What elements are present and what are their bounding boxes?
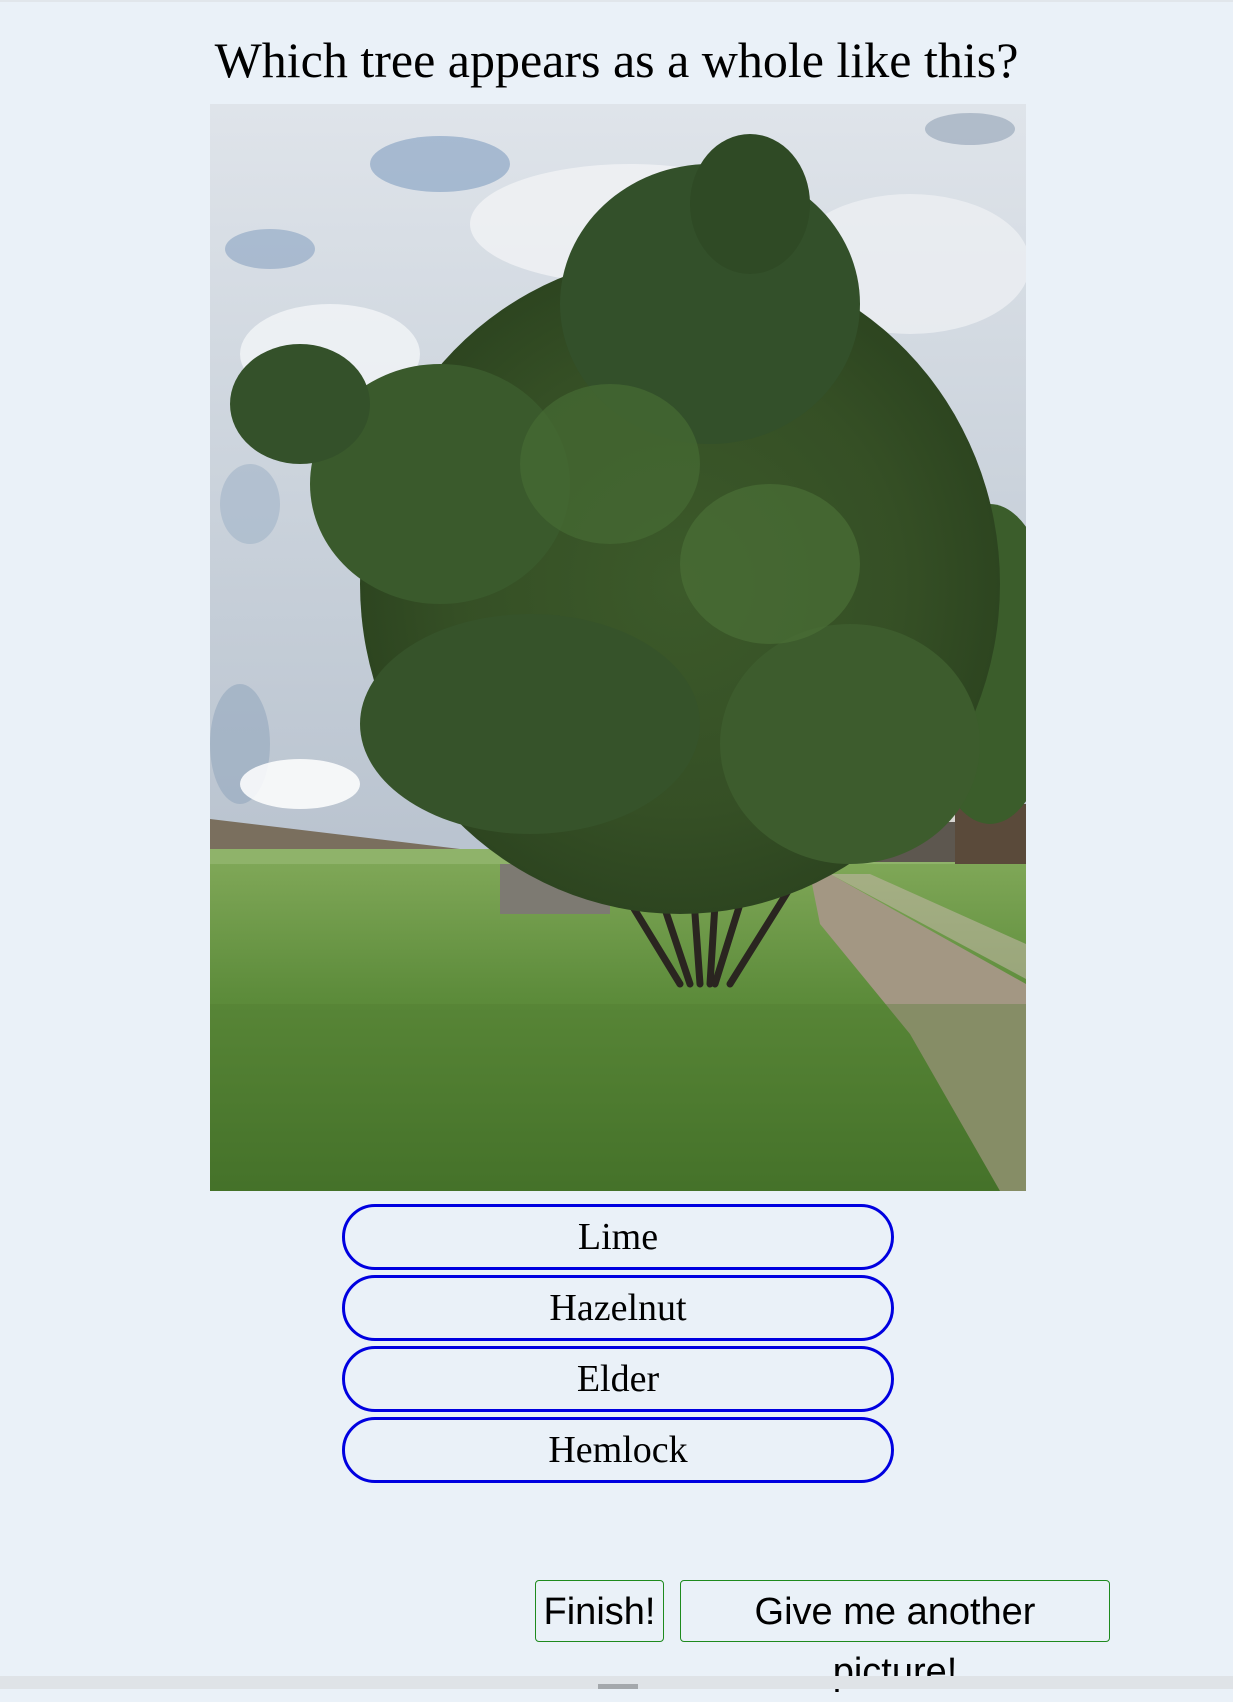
scrollbar-thumb[interactable]: [598, 1684, 638, 1689]
answer-option-hazelnut[interactable]: Hazelnut: [342, 1275, 894, 1341]
answer-options: Lime Hazelnut Elder Hemlock: [342, 1204, 894, 1488]
finish-button[interactable]: Finish!: [535, 1580, 664, 1642]
tree-photo: [210, 104, 1026, 1191]
top-border: [0, 0, 1233, 2]
another-picture-button[interactable]: Give me another picture!: [680, 1580, 1110, 1693]
answer-option-elder[interactable]: Elder: [342, 1346, 894, 1412]
question-title: Which tree appears as a whole like this?: [214, 32, 1019, 88]
answer-option-lime[interactable]: Lime: [342, 1204, 894, 1270]
answer-option-hemlock[interactable]: Hemlock: [342, 1417, 894, 1483]
